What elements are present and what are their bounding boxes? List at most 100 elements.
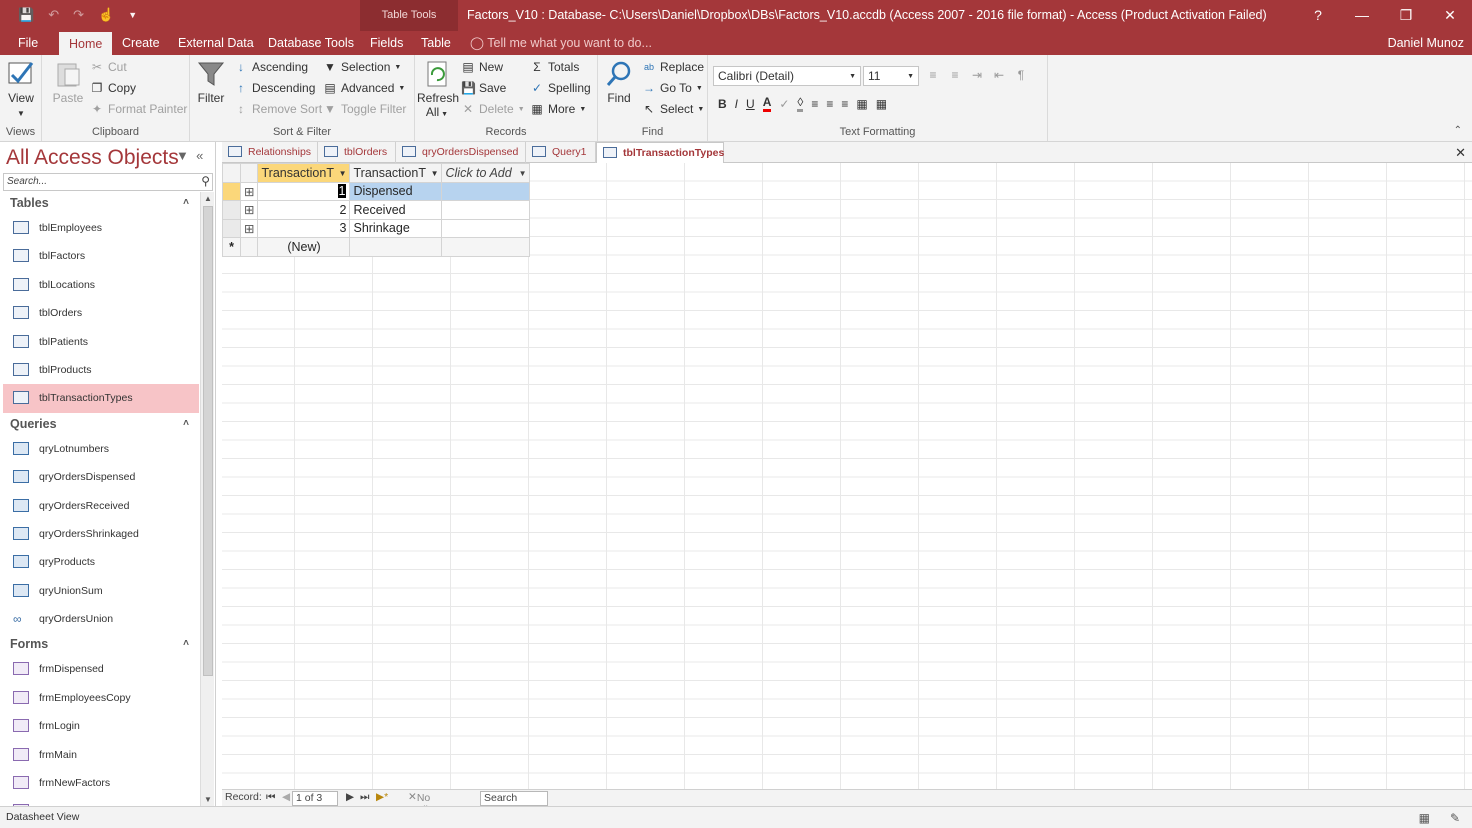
no-filter-icon[interactable]: ✕ No Filter — [408, 791, 440, 816]
close-document-icon[interactable]: ✕ — [1455, 142, 1466, 163]
row-selector[interactable] — [222, 218, 241, 238]
collapse-ribbon-icon[interactable]: ⌃ — [1454, 125, 1462, 136]
select-button[interactable]: ↖ Select ▼ — [642, 102, 704, 116]
new-blank-record-icon[interactable]: ▶* — [376, 791, 388, 803]
nav-item-tblemployees[interactable]: tblEmployees — [3, 214, 199, 242]
next-record-icon[interactable]: ▶ — [346, 791, 354, 803]
nav-item-qryordersunion[interactable]: ∞ qryOrdersUnion — [3, 605, 199, 633]
font-name-box[interactable]: Calibri (Detail) ▼ — [713, 66, 861, 86]
cut-button[interactable]: ✂ Cut — [90, 60, 127, 74]
cell-add[interactable] — [441, 200, 531, 220]
italic-button[interactable]: I — [735, 97, 738, 111]
spelling-button[interactable]: ✓ Spelling — [530, 81, 591, 95]
nav-item-frmmain[interactable]: frmMain — [3, 741, 199, 769]
record-search-box[interactable]: Search — [480, 791, 548, 806]
datasheet-view-icon[interactable]: ▦ — [1419, 811, 1430, 825]
table-row[interactable]: ⊞ 1 Dispensed — [222, 181, 531, 201]
customize-qat-icon[interactable]: ▼ — [128, 10, 137, 23]
increase-indent-icon[interactable]: ⇥ — [970, 68, 984, 82]
font-size-box[interactable]: 11 ▼ — [863, 66, 919, 86]
paste-button[interactable]: Paste — [50, 59, 86, 105]
bullets-icon[interactable]: ≡ — [926, 68, 940, 82]
copy-button[interactable]: ❐ Copy — [90, 81, 136, 95]
nav-item-frmnewfactors[interactable]: frmNewFactors — [3, 769, 199, 797]
refresh-all-button[interactable]: Refresh All ▼ — [417, 59, 459, 119]
paragraph-icon[interactable]: ¶ — [1014, 68, 1028, 82]
shutter-bar-icon[interactable]: « — [196, 148, 203, 163]
new-row-type-cell[interactable] — [349, 237, 443, 257]
cell-id[interactable]: 2 — [257, 200, 351, 220]
tab-fields[interactable]: Fields — [360, 31, 413, 55]
minimize-button[interactable]: — — [1340, 0, 1384, 31]
column-header-type[interactable]: TransactionT ▼ — [349, 163, 443, 183]
remove-sort-button[interactable]: ↕ Remove Sort — [234, 102, 322, 116]
column-header-id[interactable]: TransactionT ▼ — [257, 163, 351, 183]
cell-add[interactable] — [441, 218, 531, 238]
tab-create[interactable]: Create — [112, 31, 170, 55]
doc-tab-tblorders[interactable]: tblOrders — [318, 142, 396, 163]
current-record-box[interactable]: 1 of 3 — [292, 791, 338, 806]
row-selector[interactable] — [222, 181, 241, 201]
nav-category-queries[interactable]: Queries ˄ — [3, 413, 199, 435]
nav-category-tables[interactable]: Tables ˄ — [3, 192, 199, 214]
replace-button[interactable]: ab Replace — [642, 60, 704, 74]
column-dropdown-icon[interactable]: ▼ — [431, 169, 439, 178]
nav-category-forms[interactable]: Forms ˄ — [3, 633, 199, 655]
doc-tab-relationships[interactable]: Relationships — [222, 142, 318, 163]
descending-button[interactable]: ↑ Descending — [234, 81, 315, 95]
doc-tab-qryordersdispensed[interactable]: qryOrdersDispensed — [396, 142, 526, 163]
selection-button[interactable]: ▼ Selection ▼ — [323, 60, 401, 74]
nav-item-frmdispensed[interactable]: frmDispensed — [3, 655, 199, 683]
first-record-icon[interactable]: ⏮ — [266, 791, 275, 804]
nav-item-qryunionsum[interactable]: qryUnionSum — [3, 577, 199, 605]
search-icon[interactable]: ⚲ — [201, 174, 210, 188]
new-row-placeholder[interactable]: (New) — [257, 237, 351, 257]
more-button[interactable]: ▦ More ▼ — [530, 102, 586, 116]
cell-type[interactable]: Shrinkage — [349, 218, 443, 238]
tab-table[interactable]: Table — [411, 31, 461, 55]
close-button[interactable]: ✕ — [1428, 0, 1472, 31]
font-color-icon[interactable]: A — [762, 95, 772, 112]
delete-record-button[interactable]: ✕ Delete ▼ — [461, 102, 525, 116]
expand-icon[interactable]: ⊞ — [239, 181, 259, 201]
nav-item-tblpatients[interactable]: tblPatients — [3, 328, 199, 356]
redo-icon[interactable]: ↷ — [73, 7, 84, 23]
nav-item-qryordersreceived[interactable]: qryOrdersReceived — [3, 492, 199, 520]
align-center-icon[interactable]: ≡ — [826, 97, 833, 111]
align-left-icon[interactable]: ≡ — [811, 97, 818, 111]
new-row-add-cell[interactable] — [441, 237, 531, 257]
cell-add[interactable] — [441, 181, 531, 201]
save-icon[interactable]: 💾 — [18, 7, 34, 23]
nav-item-qryordersshrinkaged[interactable]: qryOrdersShrinkaged — [3, 520, 199, 548]
collapse-chevron-icon[interactable]: ˄ — [183, 192, 189, 214]
save-record-button[interactable]: 💾 Save — [461, 81, 506, 95]
new-record-row[interactable]: * (New) — [222, 237, 531, 257]
scroll-up-icon[interactable]: ▲ — [201, 194, 215, 203]
nav-item-frmlogin[interactable]: frmLogin — [3, 712, 199, 740]
nav-item-frmnewpatients[interactable]: frmNewPatients — [3, 797, 199, 806]
cell-id[interactable]: 1 — [257, 181, 351, 201]
view-button[interactable]: View ▼ — [4, 59, 38, 119]
nav-item-tblproducts[interactable]: tblProducts — [3, 356, 199, 384]
undo-icon[interactable]: ↶ — [48, 7, 59, 23]
fill-color-icon[interactable]: ◊ — [797, 95, 804, 112]
nav-pane-title[interactable]: All Access Objects — [6, 146, 179, 170]
find-button[interactable]: Find — [602, 59, 636, 105]
column-dropdown-icon[interactable]: ▼ — [339, 169, 347, 178]
help-button[interactable]: ? — [1296, 0, 1340, 31]
alt-row-color-icon[interactable]: ▦ — [856, 97, 867, 111]
doc-tab-query1[interactable]: Query1 — [526, 142, 596, 163]
totals-button[interactable]: Σ Totals — [530, 60, 579, 74]
tab-database-tools[interactable]: Database Tools — [258, 31, 364, 55]
expand-icon[interactable]: ⊞ — [239, 200, 259, 220]
nav-menu-icon[interactable]: ▼ — [176, 148, 189, 163]
nav-item-qrylotnumbers[interactable]: qryLotnumbers — [3, 435, 199, 463]
expand-icon[interactable]: ⊞ — [239, 218, 259, 238]
table-row[interactable]: ⊞ 2 Received — [222, 200, 531, 220]
nav-item-tbltransactiontypes[interactable]: tblTransactionTypes — [3, 384, 199, 413]
align-right-icon[interactable]: ≡ — [841, 97, 848, 111]
collapse-chevron-icon[interactable]: ˄ — [183, 413, 189, 435]
nav-item-tblfactors[interactable]: tblFactors — [3, 242, 199, 270]
new-record-button[interactable]: ▤ New — [461, 60, 503, 74]
row-selector[interactable] — [222, 200, 241, 220]
